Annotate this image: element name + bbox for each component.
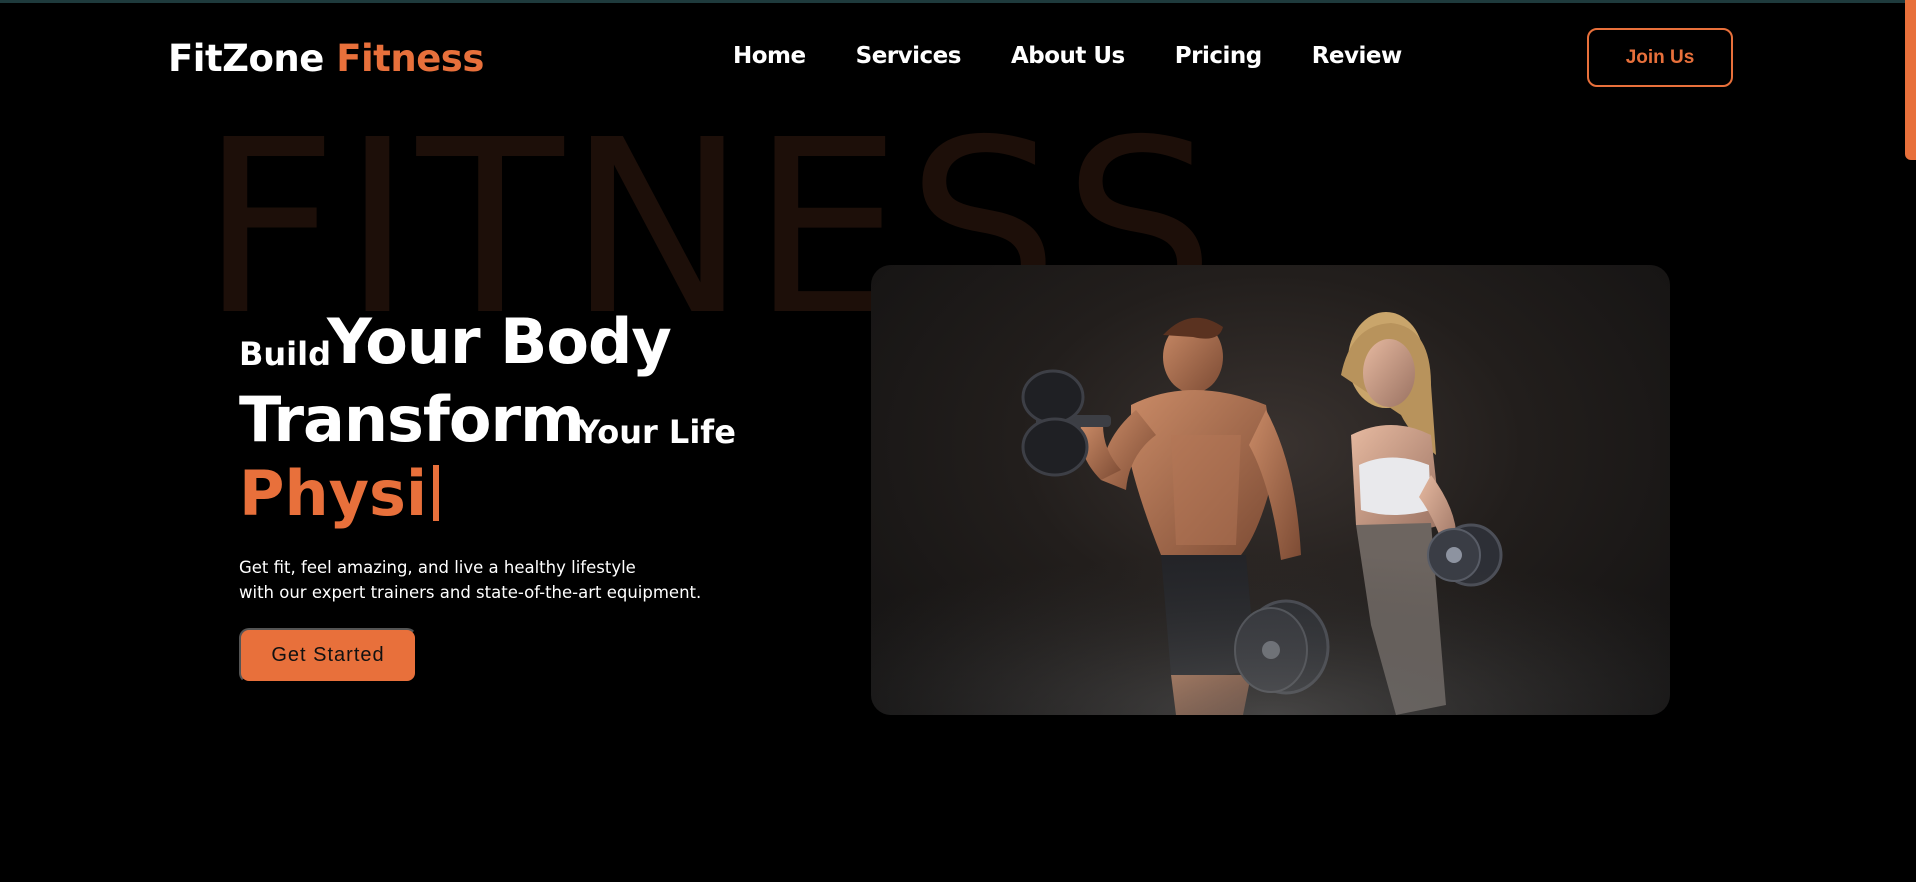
get-started-button[interactable]: Get Started: [239, 628, 417, 683]
headline-your-life: Your Life: [577, 413, 736, 451]
hero-fitness-photo: [871, 265, 1670, 715]
brand-name: FitZone: [168, 37, 324, 80]
hero-description-line1: Get fit, feel amazing, and live a health…: [239, 558, 636, 577]
nav-link-review[interactable]: Review: [1312, 43, 1403, 69]
nav-link-pricing[interactable]: Pricing: [1175, 43, 1262, 69]
typing-headline: Physi: [239, 457, 440, 530]
headline-build: Build: [239, 335, 332, 373]
hero-description: Get fit, feel amazing, and live a health…: [239, 555, 759, 605]
nav-link-home[interactable]: Home: [733, 43, 806, 69]
nav-link-about-us[interactable]: About Us: [1011, 43, 1125, 69]
join-us-button[interactable]: Join Us: [1587, 28, 1733, 87]
headline-transform: Transform: [239, 383, 585, 456]
nav-links: Home Services About Us Pricing Review: [733, 43, 1402, 69]
typing-text: Physi: [239, 457, 428, 530]
fitness-couple-illustration: [871, 312, 1670, 715]
headline-your-body: Your Body: [327, 305, 672, 378]
hero-description-line2: with our expert trainers and state-of-th…: [239, 583, 702, 602]
brand-accent: Fitness: [336, 37, 484, 80]
nav-link-services[interactable]: Services: [856, 43, 962, 69]
scrollbar-thumb[interactable]: [1905, 0, 1916, 160]
typing-caret: [433, 465, 440, 521]
brand-logo[interactable]: FitZone Fitness: [168, 37, 484, 80]
